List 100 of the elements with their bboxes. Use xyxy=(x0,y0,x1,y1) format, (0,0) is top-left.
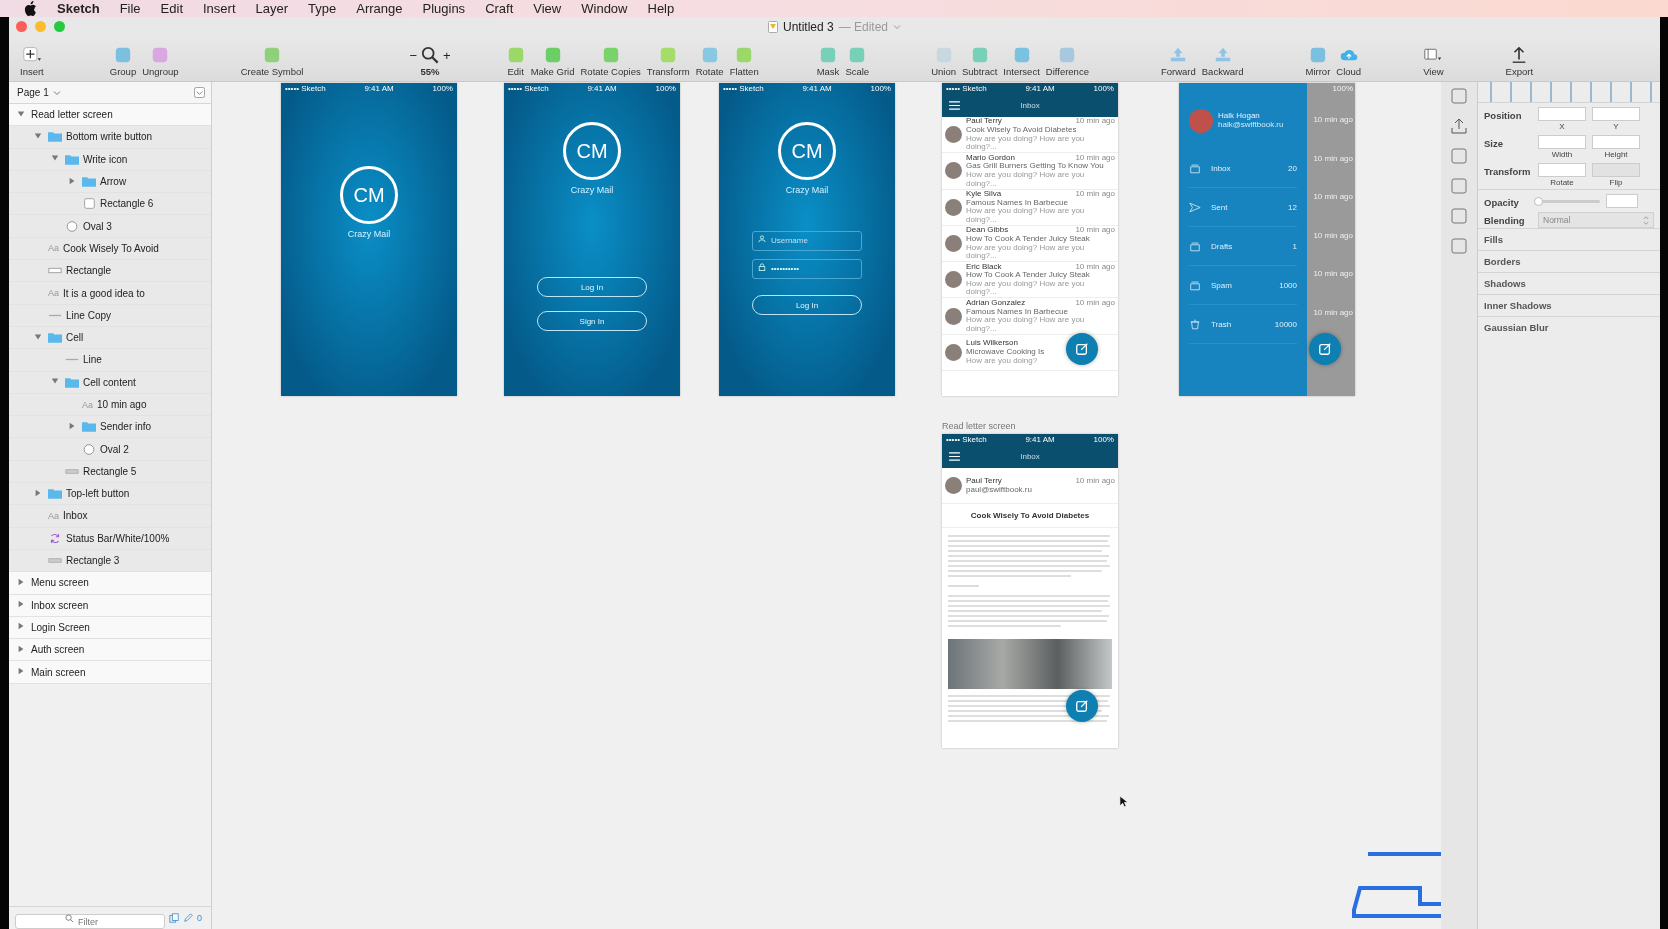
tree-item[interactable]: Line Copy xyxy=(9,304,211,327)
tree-item[interactable]: Aa 10 min ago xyxy=(9,393,211,417)
password-field[interactable]: •••••••••• xyxy=(752,258,862,279)
y-field[interactable] xyxy=(1592,107,1640,121)
artboard[interactable] xyxy=(942,83,1118,396)
tree-item[interactable]: Cell xyxy=(9,326,211,350)
menu-bar-item[interactable]: View xyxy=(533,1,562,16)
tree-item[interactable]: Rectangle 3 xyxy=(9,549,211,573)
tree-item[interactable]: Cell content xyxy=(9,371,211,394)
tree-item[interactable]: Read letter screen xyxy=(9,104,211,127)
toolbar-button[interactable]: Mirror xyxy=(1302,46,1334,77)
filter-field[interactable]: Filter xyxy=(15,914,165,929)
toolbar-button[interactable]: Make Grid xyxy=(527,46,578,77)
toolbar-button[interactable]: Scale xyxy=(842,46,873,77)
toolbar-button[interactable]: Ungroup xyxy=(139,46,182,77)
x-field[interactable] xyxy=(1538,107,1586,121)
menu-bar-item[interactable]: Layer xyxy=(255,1,289,16)
width-field[interactable] xyxy=(1538,135,1586,149)
section-header[interactable]: Inner Shadows xyxy=(1478,294,1660,316)
message-row[interactable]: Mario Gordon 10 min ago Gas Grill Burners Getting To Know You How are you doing? How are you doing?... xyxy=(942,153,1118,190)
collapsed-triangle-icon[interactable] xyxy=(68,176,76,185)
section-header[interactable]: Borders xyxy=(1478,250,1660,272)
toolbar-button[interactable]: Insert xyxy=(17,46,47,77)
message-row[interactable]: Adrian Gonzalez 10 min ago Famous Names In Barbecue How are you doing? How are you doing?... xyxy=(942,298,1118,335)
pages-icon[interactable] xyxy=(169,913,179,923)
artboard[interactable]: ••••• Sketch 9:41 AM 100% CM Crazy Mail Username •••••••••• Log In xyxy=(719,83,895,396)
username-field[interactable]: Username xyxy=(752,230,862,251)
toolbar-button[interactable]: Intersect xyxy=(1000,46,1043,77)
toolbar-button[interactable]: Create Symbol xyxy=(237,46,307,77)
menu-bar-item[interactable]: Type xyxy=(308,1,337,16)
artboard-label[interactable]: Read letter screen xyxy=(942,421,1016,431)
opacity-field[interactable] xyxy=(1606,194,1638,208)
toolbar-button[interactable]: Mask xyxy=(813,46,843,77)
alignment-toolbar[interactable] xyxy=(1478,82,1660,103)
toolbar-button[interactable]: Subtract xyxy=(958,46,1001,77)
search-icon[interactable] xyxy=(421,46,440,64)
tree-item[interactable]: Aa Inbox xyxy=(9,505,211,528)
toolbar-button[interactable]: Forward xyxy=(1157,46,1199,77)
tree-item[interactable]: Rectangle xyxy=(9,260,211,283)
toolbar-button[interactable]: Cloud xyxy=(1333,46,1365,77)
menu-bar-item[interactable]: Craft xyxy=(485,1,514,16)
rotate-field[interactable] xyxy=(1538,163,1586,177)
section-header[interactable]: Fills xyxy=(1478,228,1660,250)
tree-item[interactable]: Oval 2 xyxy=(9,438,211,461)
section-header[interactable]: Shadows xyxy=(1478,272,1660,294)
maximize-button[interactable] xyxy=(54,21,65,32)
message-row[interactable]: Dean Gibbs 10 min ago How To Cook A Tender Juicy Steak How are you doing? How are you doing?... xyxy=(942,225,1118,263)
compose-button[interactable] xyxy=(1066,333,1098,365)
tree-item[interactable]: Inbox screen xyxy=(9,594,211,617)
chevron-icon[interactable] xyxy=(893,24,902,30)
expanded-triangle-icon[interactable] xyxy=(34,332,42,341)
menu-icon[interactable] xyxy=(949,101,960,110)
zoom-in-button[interactable]: + xyxy=(443,47,451,63)
upload-icon[interactable] xyxy=(1449,116,1469,136)
mailbox-item[interactable]: Drafts 1 xyxy=(1189,227,1297,266)
collapsed-triangle-icon[interactable] xyxy=(17,644,25,653)
apple-icon[interactable] xyxy=(24,1,37,16)
tree-item[interactable]: Main screen xyxy=(9,661,211,684)
compose-button[interactable] xyxy=(1066,690,1098,722)
toolbar-button[interactable]: Group xyxy=(106,46,140,77)
toolbar-button[interactable]: Union xyxy=(928,46,959,77)
height-field[interactable] xyxy=(1592,135,1640,149)
menu-bar-item[interactable]: Edit xyxy=(160,1,183,16)
chevron-icon[interactable] xyxy=(52,89,61,96)
toolbar-button[interactable]: Backward xyxy=(1198,46,1247,77)
toolbar-button[interactable]: Export xyxy=(1502,46,1537,77)
toolbar-button[interactable]: Rotate Copies xyxy=(577,46,644,77)
toolbar-button[interactable]: Rotate xyxy=(692,46,727,77)
menu-icon[interactable] xyxy=(949,452,960,461)
collapsed-triangle-icon[interactable] xyxy=(34,488,42,497)
tree-item[interactable]: Auth screen xyxy=(9,639,211,662)
tree-item[interactable]: Rectangle 5 xyxy=(9,460,211,484)
collapsed-triangle-icon[interactable] xyxy=(17,600,25,609)
tree-item[interactable]: Login Screen xyxy=(9,616,211,640)
expanded-triangle-icon[interactable] xyxy=(51,154,59,163)
tree-item[interactable]: Menu screen xyxy=(9,572,211,595)
tree-item[interactable]: Write icon xyxy=(9,148,211,171)
artboard[interactable]: ••••• Sketch 9:41 AM 100% CM Crazy Mail xyxy=(281,83,457,396)
toolbar-button[interactable]: Flatten xyxy=(726,46,762,77)
tree-item[interactable]: Bottom write button xyxy=(9,126,211,149)
collapsed-triangle-icon[interactable] xyxy=(68,421,76,430)
slider-thumb[interactable] xyxy=(1534,196,1543,206)
message-row[interactable]: Kyle Silva 10 min ago Famous Names In Barbecue How are you doing? How are you doing?... xyxy=(942,189,1118,226)
toolbar-button[interactable]: View xyxy=(1420,46,1447,77)
artboard[interactable]: ••••• Sketch 9:41 AM 100% Inbox Paul Terry 10 min ago paul@swiftbook.ru Cook Wisely To Avoid Diabetes xyxy=(942,434,1118,748)
tree-item[interactable]: Rectangle 6 xyxy=(9,193,211,216)
message-row[interactable]: Eric Black 10 min ago How To Cook A Tender Juicy Steak How are you doing? How are you doing?... xyxy=(942,262,1118,299)
menu-bar-item[interactable]: Window xyxy=(581,1,628,16)
toolbar-button[interactable]: Difference xyxy=(1042,46,1092,77)
tree-item[interactable]: Arrow xyxy=(9,170,211,194)
toolbar-button[interactable]: Transform xyxy=(643,46,693,77)
compose-button[interactable] xyxy=(1309,333,1341,365)
menu-bar-item[interactable]: Plugins xyxy=(422,1,466,16)
menu-bar-item[interactable]: Insert xyxy=(203,1,236,16)
expanded-triangle-icon[interactable] xyxy=(17,109,25,118)
tree-item[interactable]: Sender info xyxy=(9,416,211,439)
tree-item[interactable]: Line xyxy=(9,349,211,372)
toolbar-button[interactable]: Edit xyxy=(503,46,528,77)
tree-item[interactable]: Top-left button xyxy=(9,483,211,506)
pencil-icon[interactable] xyxy=(183,913,193,923)
